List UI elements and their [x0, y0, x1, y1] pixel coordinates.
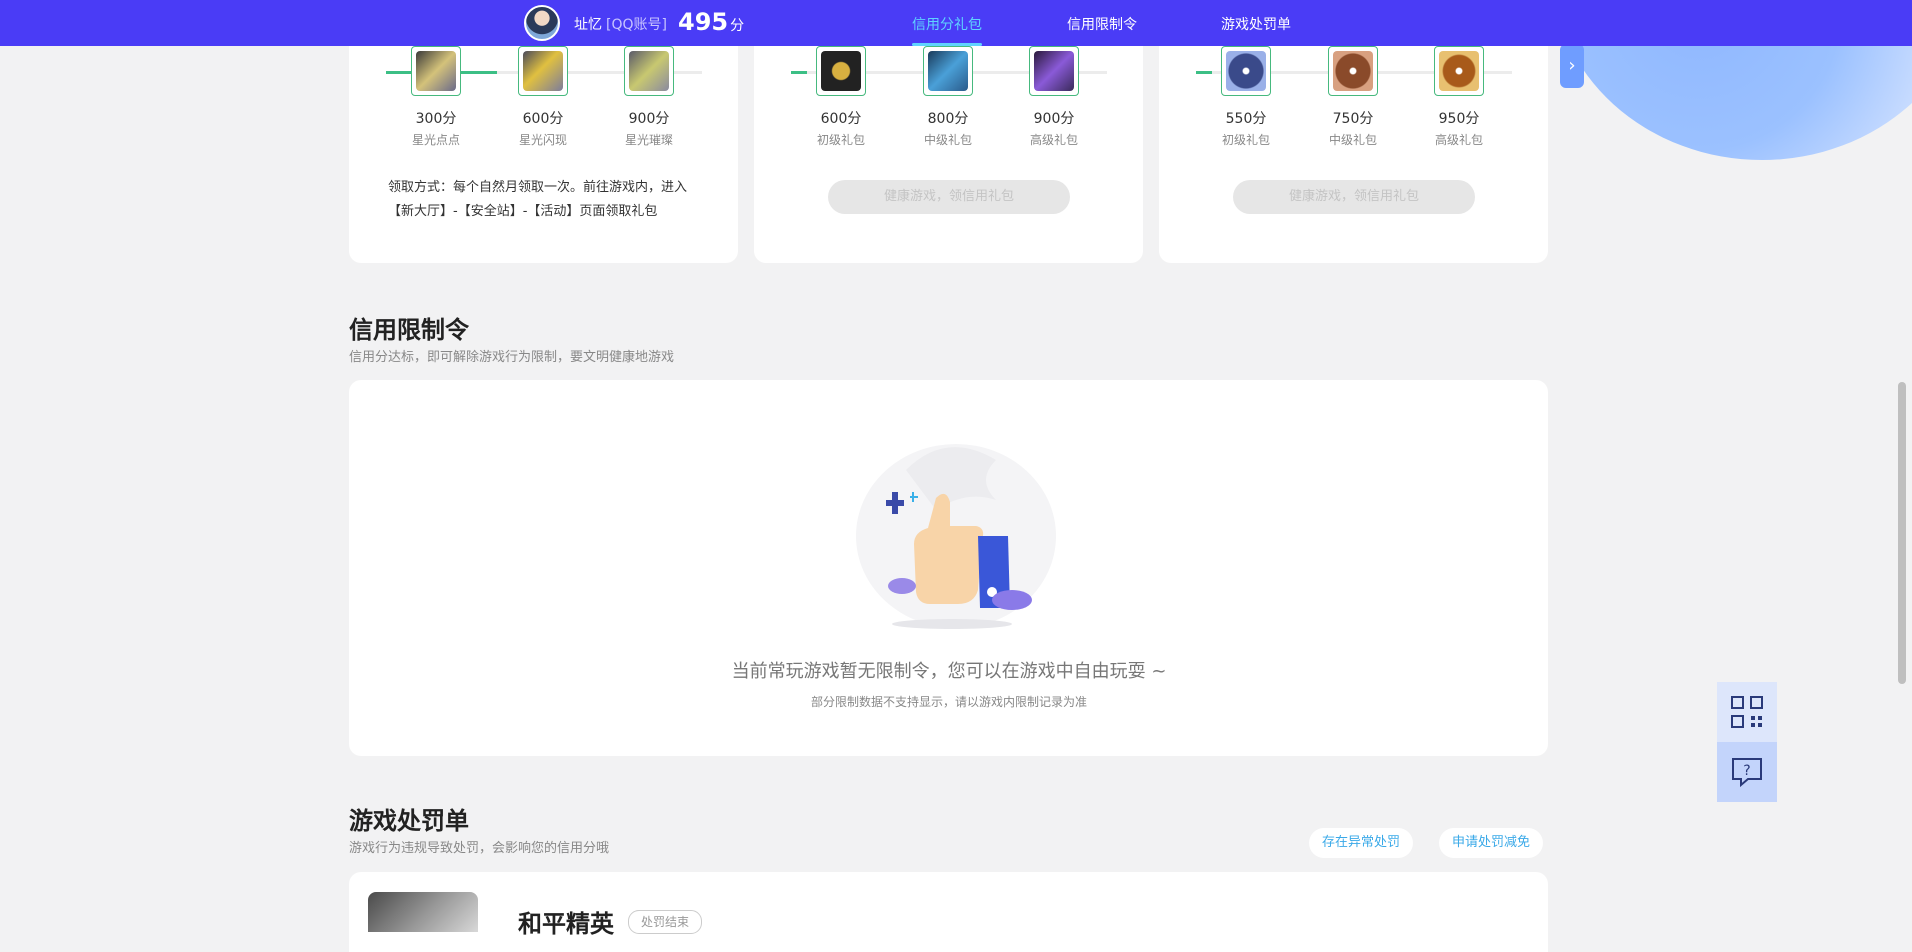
credit-score-value: 495 [678, 8, 729, 36]
chevron-right-icon: › [1568, 55, 1576, 76]
gift-progress-fill [791, 71, 807, 74]
empty-restriction-note: 部分限制数据不支持显示，请以游戏内限制记录为准 [810, 695, 1087, 709]
credit-score-unit: 分 [730, 18, 745, 34]
username-text: 址忆 [574, 17, 602, 33]
gift-item-icon[interactable] [1328, 46, 1378, 96]
penalty-section-subtitle: 游戏行为违规导致处罚，会影响您的信用分哦 [349, 841, 610, 856]
qr-code-icon [1731, 696, 1763, 728]
gift-item-icon[interactable] [624, 46, 674, 96]
gift-item-icon[interactable] [518, 46, 568, 96]
svg-text:?: ? [1743, 763, 1750, 779]
qr-code-button[interactable] [1717, 682, 1777, 742]
gift-item-name: 高级礼包 [1434, 133, 1483, 147]
thumbs-up-illustration [856, 444, 1056, 629]
gift-item-points: 950分 [1438, 111, 1480, 127]
gift-item-points: 600分 [522, 111, 564, 127]
restriction-section-title: 信用限制令 [349, 316, 469, 344]
carousel-next-button[interactable]: › [1560, 44, 1584, 88]
penalty-section-title: 游戏处罚单 [349, 807, 469, 835]
gift-item-name: 星光闪现 [518, 133, 567, 147]
tab-credit-gift[interactable]: 信用分礼包 [912, 14, 982, 46]
gift-item-points: 800分 [927, 111, 969, 127]
gift-progress-fill [1196, 71, 1212, 74]
user-name: 址忆 [QQ账号] [574, 14, 667, 34]
gift-item-icon[interactable] [1029, 46, 1079, 96]
claim-instructions: 领取方式：每个自然月领取一次。前往游戏内，进入【新大厅】-【安全站】-【活动】页… [388, 180, 688, 219]
gift-item-points: 600分 [820, 111, 862, 127]
claim-gift-button[interactable]: 健康游戏，领信用礼包 [1233, 180, 1475, 214]
gift-item-name: 初级礼包 [1221, 133, 1270, 147]
gift-item-icon[interactable] [1434, 46, 1484, 96]
gift-item-points: 550分 [1225, 111, 1267, 127]
gift-item-icon[interactable] [1221, 46, 1271, 96]
credit-score: 495 分 [678, 8, 744, 36]
game-thumbnail [368, 892, 478, 932]
page-scrollbar[interactable] [1898, 382, 1906, 684]
appeal-penalty-button[interactable]: 申请处罚减免 [1439, 828, 1544, 858]
tab-credit-restriction[interactable]: 信用限制令 [1067, 14, 1137, 34]
tab-game-penalty[interactable]: 游戏处罚单 [1221, 14, 1291, 34]
gift-item-name: 高级礼包 [1029, 133, 1078, 147]
gift-item-points: 300分 [415, 111, 457, 127]
gift-item-name: 初级礼包 [816, 133, 865, 147]
penalty-status-badge: 处罚结束 [628, 910, 703, 934]
empty-restriction-message: 当前常玩游戏暂无限制令，您可以在游戏中自由玩耍 ~ [731, 661, 1167, 682]
gift-item-name: 星光璀璨 [624, 133, 673, 147]
gift-item-icon[interactable] [411, 46, 461, 96]
gift-item-name: 中级礼包 [1328, 133, 1377, 147]
gift-item-name: 星光点点 [411, 133, 460, 147]
claim-gift-button[interactable]: 健康游戏，领信用礼包 [828, 180, 1070, 214]
top-bar: 址忆 [QQ账号] 495 分 信用分礼包 信用限制令 游戏处罚单 [0, 0, 1912, 46]
restriction-section-subtitle: 信用分达标，即可解除游戏行为限制，要文明健康地游戏 [349, 350, 675, 365]
account-type: [QQ账号] [606, 17, 667, 33]
abnormal-penalty-button[interactable]: 存在异常处罚 [1309, 828, 1414, 858]
help-button[interactable]: ? [1717, 742, 1777, 802]
gift-item-name: 中级礼包 [923, 133, 972, 147]
gift-item-points: 900分 [1033, 111, 1075, 127]
avatar[interactable] [524, 5, 560, 41]
help-chat-icon: ? [1732, 758, 1762, 788]
gift-item-icon[interactable] [816, 46, 866, 96]
gift-item-points: 900分 [628, 111, 670, 127]
gift-item-icon[interactable] [923, 46, 973, 96]
gift-item-points: 750分 [1332, 111, 1374, 127]
